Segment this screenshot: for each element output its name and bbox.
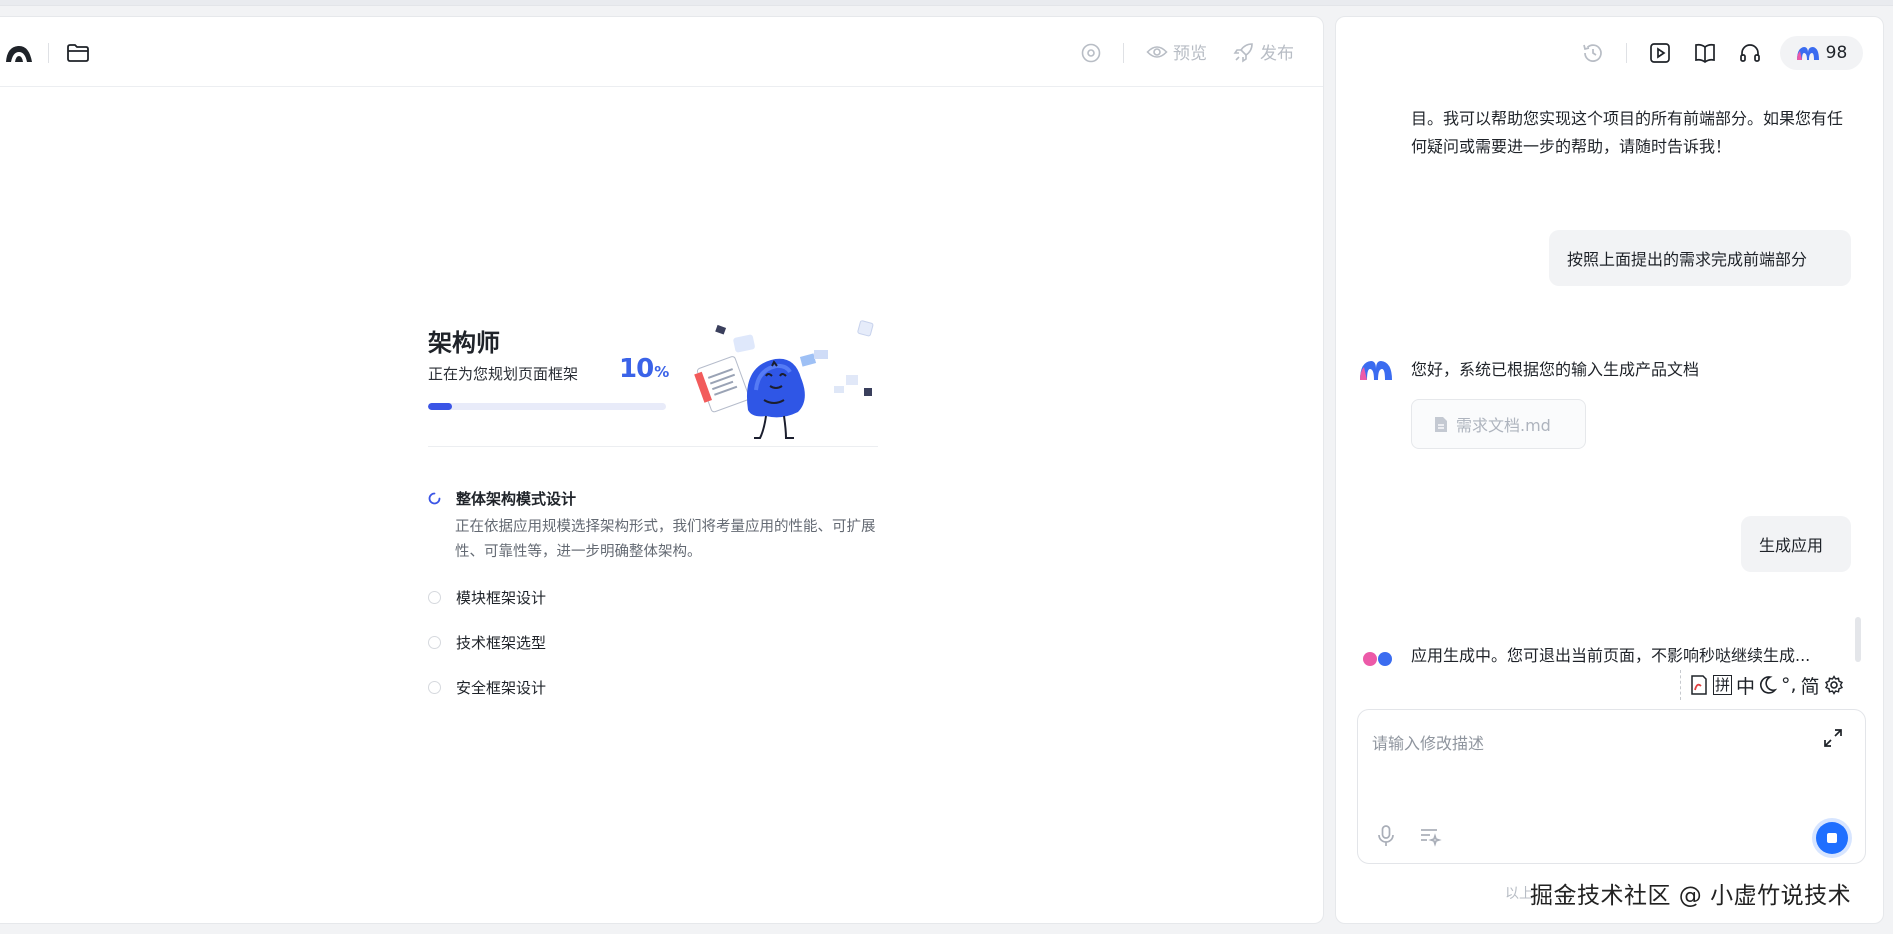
assistant-message-generating: 应用生成中。您可退出当前页面，不影响秒哒继续生成... [1411, 646, 1811, 665]
architect-progress-percent: 10% [619, 354, 669, 384]
assistant-message-doc: 您好，系统已根据您的输入生成产品文档 [1411, 360, 1700, 379]
credits-count: 98 [1825, 43, 1848, 63]
chat-panel: 98 目。我可以帮助您实现这个项目的所有前端部分。如果您有任何疑问或需要进一步的… [1335, 16, 1884, 924]
preview-label: 预览 [1173, 44, 1207, 64]
header-divider [48, 43, 49, 63]
ime-settings-gear-icon[interactable] [1824, 675, 1844, 695]
play-video-icon[interactable] [1648, 41, 1672, 65]
chat-input-box [1357, 709, 1866, 864]
header-divider-2 [1123, 43, 1124, 63]
progress-value: 10 [619, 354, 654, 384]
workspace-panel: 预览 发布 [0, 16, 1324, 924]
microphone-icon[interactable] [1374, 824, 1398, 848]
file-name: 需求文档.md [1456, 416, 1551, 435]
progress-bar-fill [428, 403, 452, 410]
rocket-icon [1233, 42, 1253, 62]
credits-logo-icon [1796, 47, 1819, 60]
step-item-0: 整体架构模式设计 [428, 488, 576, 509]
headphones-icon[interactable] [1738, 41, 1762, 65]
architect-progress-bar [428, 403, 666, 410]
pending-dot-icon [428, 636, 441, 649]
stop-icon [1827, 833, 1837, 843]
eye-icon [1146, 45, 1168, 58]
chat-scrollbar[interactable] [1855, 617, 1861, 662]
credits-badge[interactable]: 98 [1780, 36, 1863, 70]
user-message-text: 按照上面提出的需求完成前端部分 [1567, 250, 1808, 269]
watermark-text: 掘金技术社区 @ 小虚竹说技术 [1530, 883, 1852, 909]
settings-target-icon[interactable] [1080, 42, 1102, 64]
pending-dot-icon [428, 591, 441, 604]
publish-label: 发布 [1260, 44, 1294, 64]
file-icon [1435, 416, 1447, 432]
chat-header-divider [1626, 43, 1627, 63]
step-item-1: 模块框架设计 [428, 587, 546, 608]
preview-button[interactable]: 预览 [1146, 39, 1207, 64]
workspace-header: 预览 发布 [0, 17, 1323, 87]
assistant-avatar-icon [1360, 361, 1392, 380]
ime-chinese-toggle[interactable]: 中 [1736, 672, 1755, 699]
generating-dots-icon [1363, 652, 1392, 666]
history-icon[interactable] [1581, 41, 1605, 65]
step-description: 正在依据应用规模选择架构形式，我们将考量应用的性能、可扩展性、可靠性等，进一步明… [455, 519, 876, 560]
user-message-2: 生成应用 [1741, 516, 1851, 572]
pending-dot-icon [428, 681, 441, 694]
loading-spinner-icon [428, 492, 441, 505]
step-label: 整体架构模式设计 [456, 490, 577, 508]
moon-icon[interactable] [1759, 675, 1778, 695]
user-message-text: 生成应用 [1759, 536, 1824, 555]
architect-card-divider [428, 446, 878, 447]
document-file-chip[interactable]: 需求文档.md [1411, 399, 1586, 449]
step-label: 安全框架设计 [456, 679, 547, 697]
ime-toolbar: 拼 中 °, 简 [1680, 670, 1890, 700]
user-message-1: 按照上面提出的需求完成前端部分 [1549, 230, 1851, 286]
step-label: 技术框架选型 [456, 634, 547, 652]
step-item-3: 安全框架设计 [428, 677, 546, 698]
ime-simplified-toggle[interactable]: 简 [1801, 672, 1820, 699]
step-item-2: 技术框架选型 [428, 632, 546, 653]
stop-generation-button[interactable] [1816, 822, 1848, 854]
window-top-border [0, 0, 1893, 6]
modify-description-input[interactable] [1372, 730, 1812, 790]
architect-title: 架构师 [428, 329, 500, 357]
app-logo-icon[interactable] [4, 43, 34, 63]
expand-icon[interactable] [1821, 726, 1845, 750]
architect-subtitle: 正在为您规划页面框架 [428, 365, 579, 383]
architect-mascot-illustration [694, 320, 874, 439]
step-label: 模块框架设计 [456, 589, 547, 607]
book-icon[interactable] [1693, 41, 1717, 65]
chat-footnote: 以上 [1505, 886, 1533, 902]
ime-logo-icon[interactable] [1689, 674, 1709, 696]
publish-button[interactable]: 发布 [1233, 39, 1294, 64]
assistant-message-intro: 目。我可以帮助您实现这个项目的所有前端部分。如果您有任何疑问或需要进一步的帮助，… [1411, 109, 1844, 156]
folder-icon[interactable] [66, 43, 90, 63]
ime-pinyin-toggle[interactable]: 拼 [1713, 675, 1733, 695]
prompt-enhance-icon[interactable] [1418, 824, 1442, 848]
ime-punctuation-toggle[interactable]: °, [1781, 674, 1797, 696]
progress-unit: % [654, 363, 669, 381]
